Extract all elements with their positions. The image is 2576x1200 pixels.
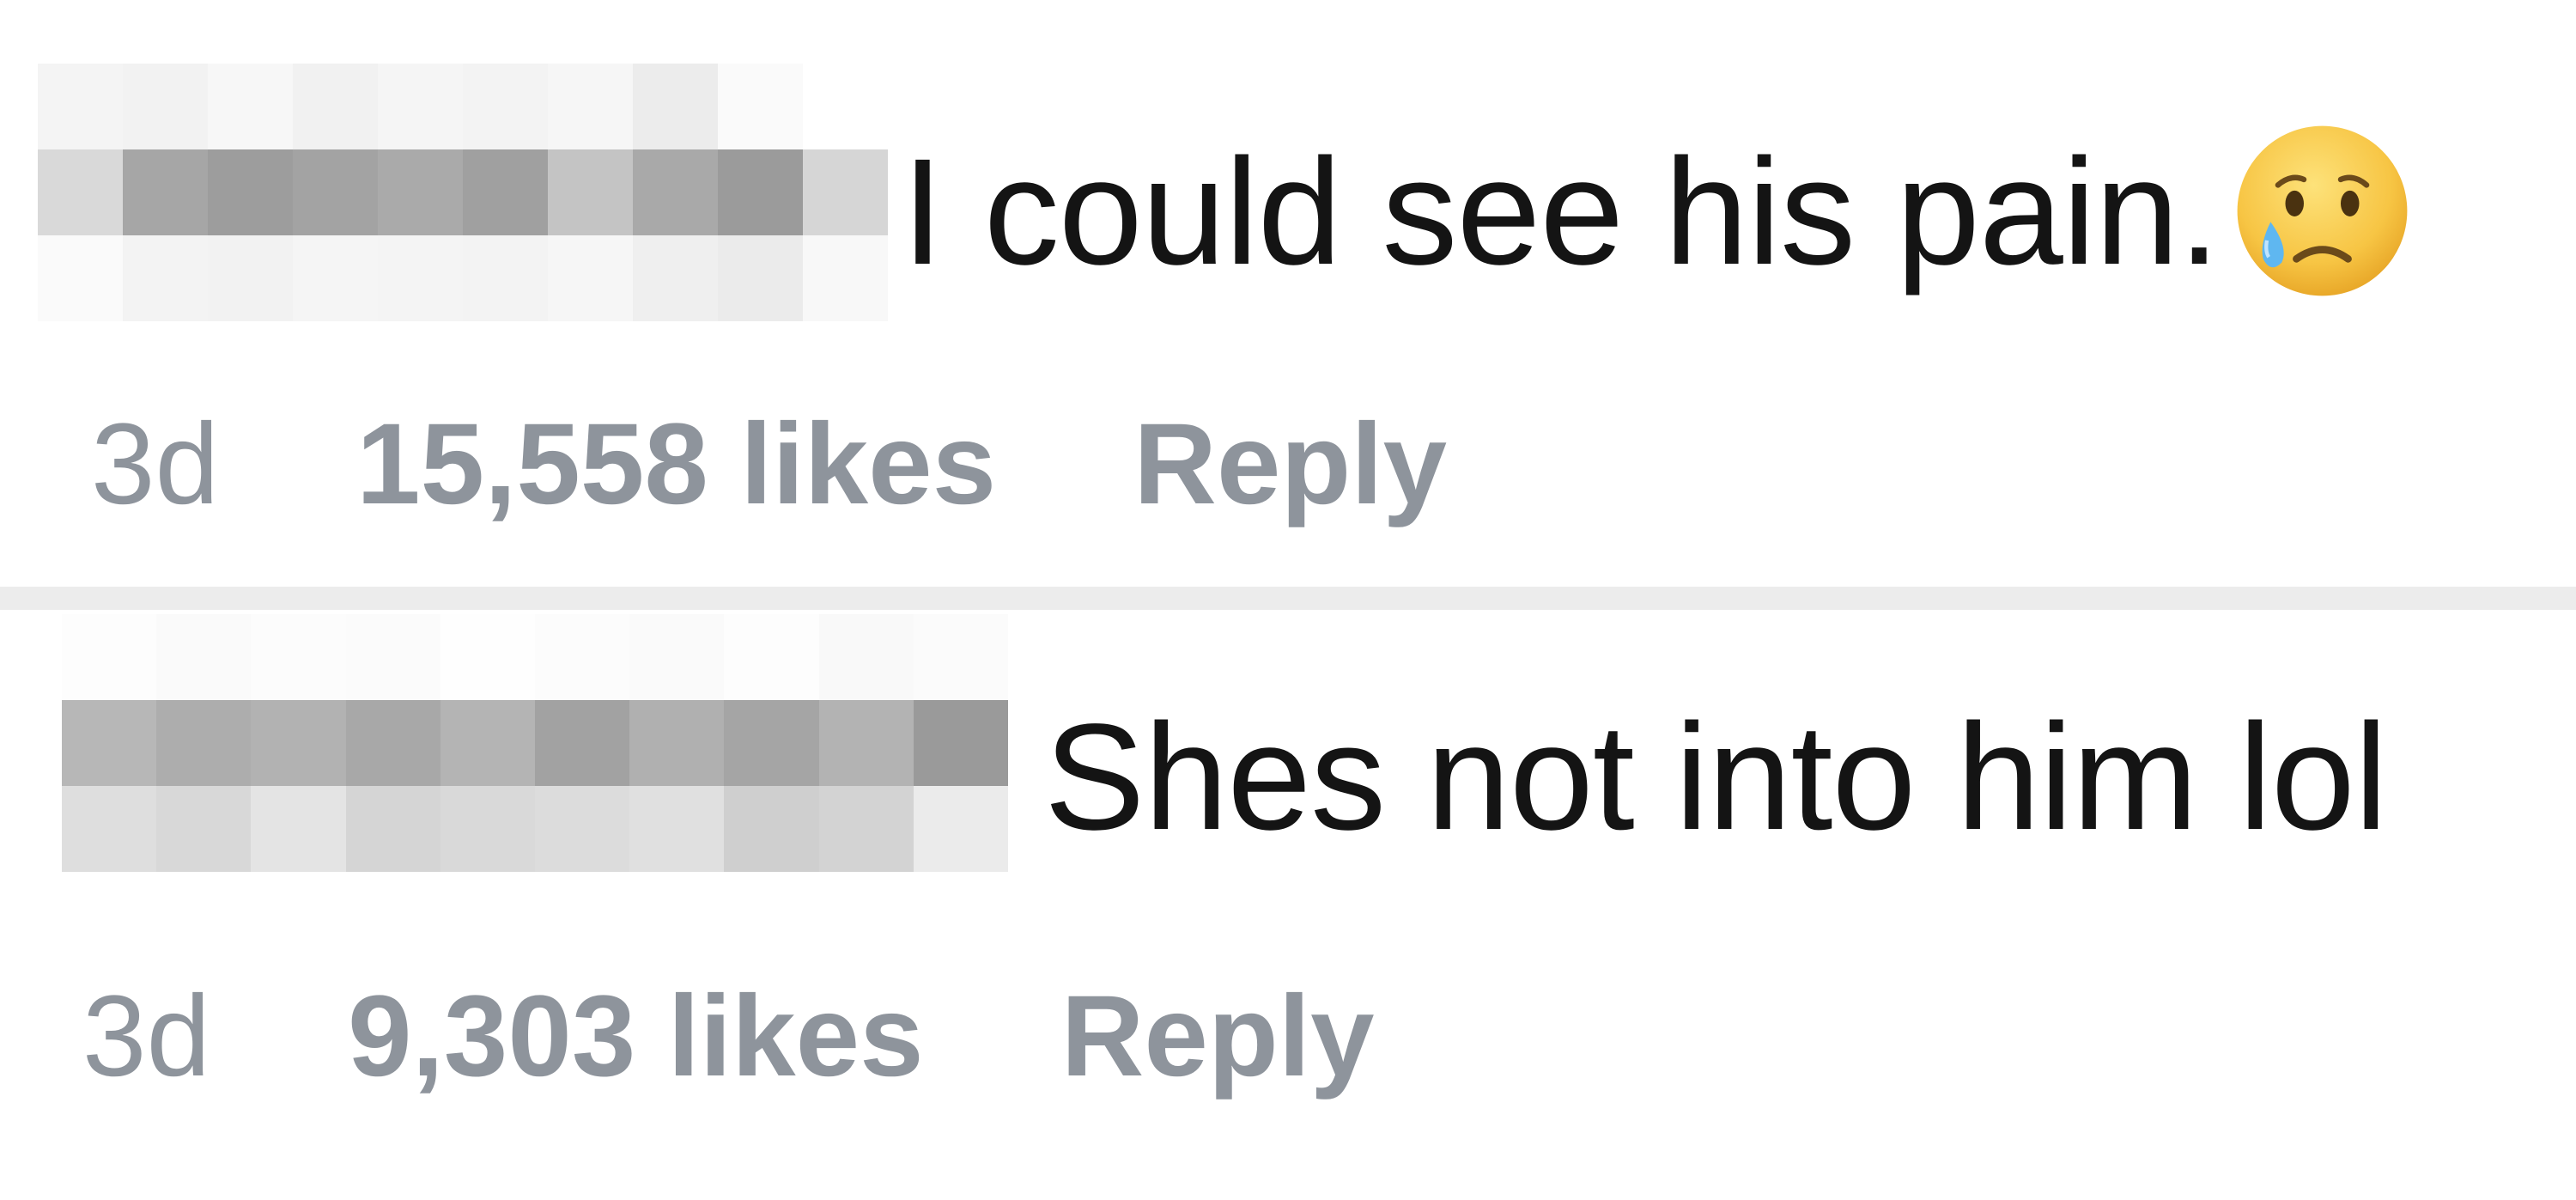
- redaction-pixel: [345, 700, 440, 786]
- redaction-pixel: [534, 614, 630, 700]
- redaction-pixel: [156, 614, 252, 700]
- redaction-pixel: [548, 149, 633, 235]
- redaction-pixel: [803, 149, 888, 235]
- redaction-pixel: [548, 64, 633, 149]
- redaction-pixel: [62, 700, 157, 786]
- redaction-pixel: [463, 64, 548, 149]
- redaction-pixel: [378, 149, 463, 235]
- redaction-pixel: [123, 149, 208, 235]
- redaction-pixel: [803, 235, 888, 321]
- redaction-pixel: [440, 614, 535, 700]
- redaction-pixel: [718, 235, 803, 321]
- redaction-pixel: [724, 700, 819, 786]
- redaction-pixel: [293, 235, 378, 321]
- likes-count[interactable]: 15,558 likes: [356, 407, 996, 522]
- redaction-pixel: [818, 614, 914, 700]
- redaction-pixel: [534, 700, 630, 786]
- redaction-pixel: [378, 64, 463, 149]
- comment-body: I could see his pain.: [902, 128, 2221, 296]
- redaction-pixel: [913, 786, 1008, 872]
- redaction-pixel: [534, 786, 630, 872]
- redaction-pixel: [548, 235, 633, 321]
- redaction-pixel: [38, 149, 123, 235]
- redaction-pixel: [345, 614, 440, 700]
- redaction-pixel: [38, 64, 123, 149]
- redaction-pixel: [633, 235, 718, 321]
- redaction-pixel: [913, 700, 1008, 786]
- redaction-pixel: [208, 149, 293, 235]
- redaction-pixel: [208, 235, 293, 321]
- redaction-pixel: [156, 700, 252, 786]
- redaction-pixel: [62, 614, 157, 700]
- redaction-pixel: [440, 786, 535, 872]
- comment-divider: [0, 587, 2576, 610]
- redaction-pixel: [123, 64, 208, 149]
- redaction-pixel: [378, 235, 463, 321]
- redaction-pixel: [251, 786, 346, 872]
- redaction-pixel: [440, 700, 535, 786]
- redaction-pixel: [62, 786, 157, 872]
- redaction-pixel: [629, 786, 725, 872]
- username-redacted: [38, 64, 888, 321]
- redaction-pixel: [293, 149, 378, 235]
- redaction-pixel: [803, 64, 888, 149]
- likes-count[interactable]: 9,303 likes: [348, 979, 924, 1094]
- redaction-pixel: [718, 64, 803, 149]
- comment-item: I could see his pain. 3d 15,558 likes Re…: [0, 0, 2576, 587]
- reply-button[interactable]: Reply: [1061, 979, 1375, 1094]
- redaction-pixel: [818, 700, 914, 786]
- comment-time: 3d: [82, 972, 211, 1100]
- redaction-pixel: [156, 786, 252, 872]
- redaction-pixel: [293, 64, 378, 149]
- redaction-pixel: [123, 235, 208, 321]
- redaction-pixel: [463, 149, 548, 235]
- redaction-pixel: [724, 614, 819, 700]
- redaction-pixel: [345, 786, 440, 872]
- comment-text: I could see his pain.: [902, 119, 2415, 303]
- crying-face-icon: [2237, 125, 2408, 296]
- redaction-pixel: [629, 614, 725, 700]
- comment-item: Shes not into him lol 3d 9,303 likes Rep…: [0, 610, 2576, 1200]
- comment-body: Shes not into him lol: [1044, 693, 2388, 862]
- redaction-pixel: [38, 235, 123, 321]
- redaction-pixel: [913, 614, 1008, 700]
- reply-button[interactable]: Reply: [1133, 407, 1447, 522]
- redaction-pixel: [251, 700, 346, 786]
- redaction-pixel: [251, 614, 346, 700]
- redaction-pixel: [718, 149, 803, 235]
- redaction-pixel: [463, 235, 548, 321]
- username-redacted: [62, 614, 1008, 872]
- comment-text: Shes not into him lol: [1044, 702, 2388, 853]
- redaction-pixel: [724, 786, 819, 872]
- redaction-pixel: [633, 149, 718, 235]
- comment-meta: 3d 9,303 likes Reply: [82, 979, 1375, 1094]
- redaction-pixel: [633, 64, 718, 149]
- redaction-pixel: [818, 786, 914, 872]
- comment-time: 3d: [91, 400, 220, 528]
- comment-meta: 3d 15,558 likes Reply: [91, 407, 1447, 522]
- redaction-pixel: [629, 700, 725, 786]
- redaction-pixel: [208, 64, 293, 149]
